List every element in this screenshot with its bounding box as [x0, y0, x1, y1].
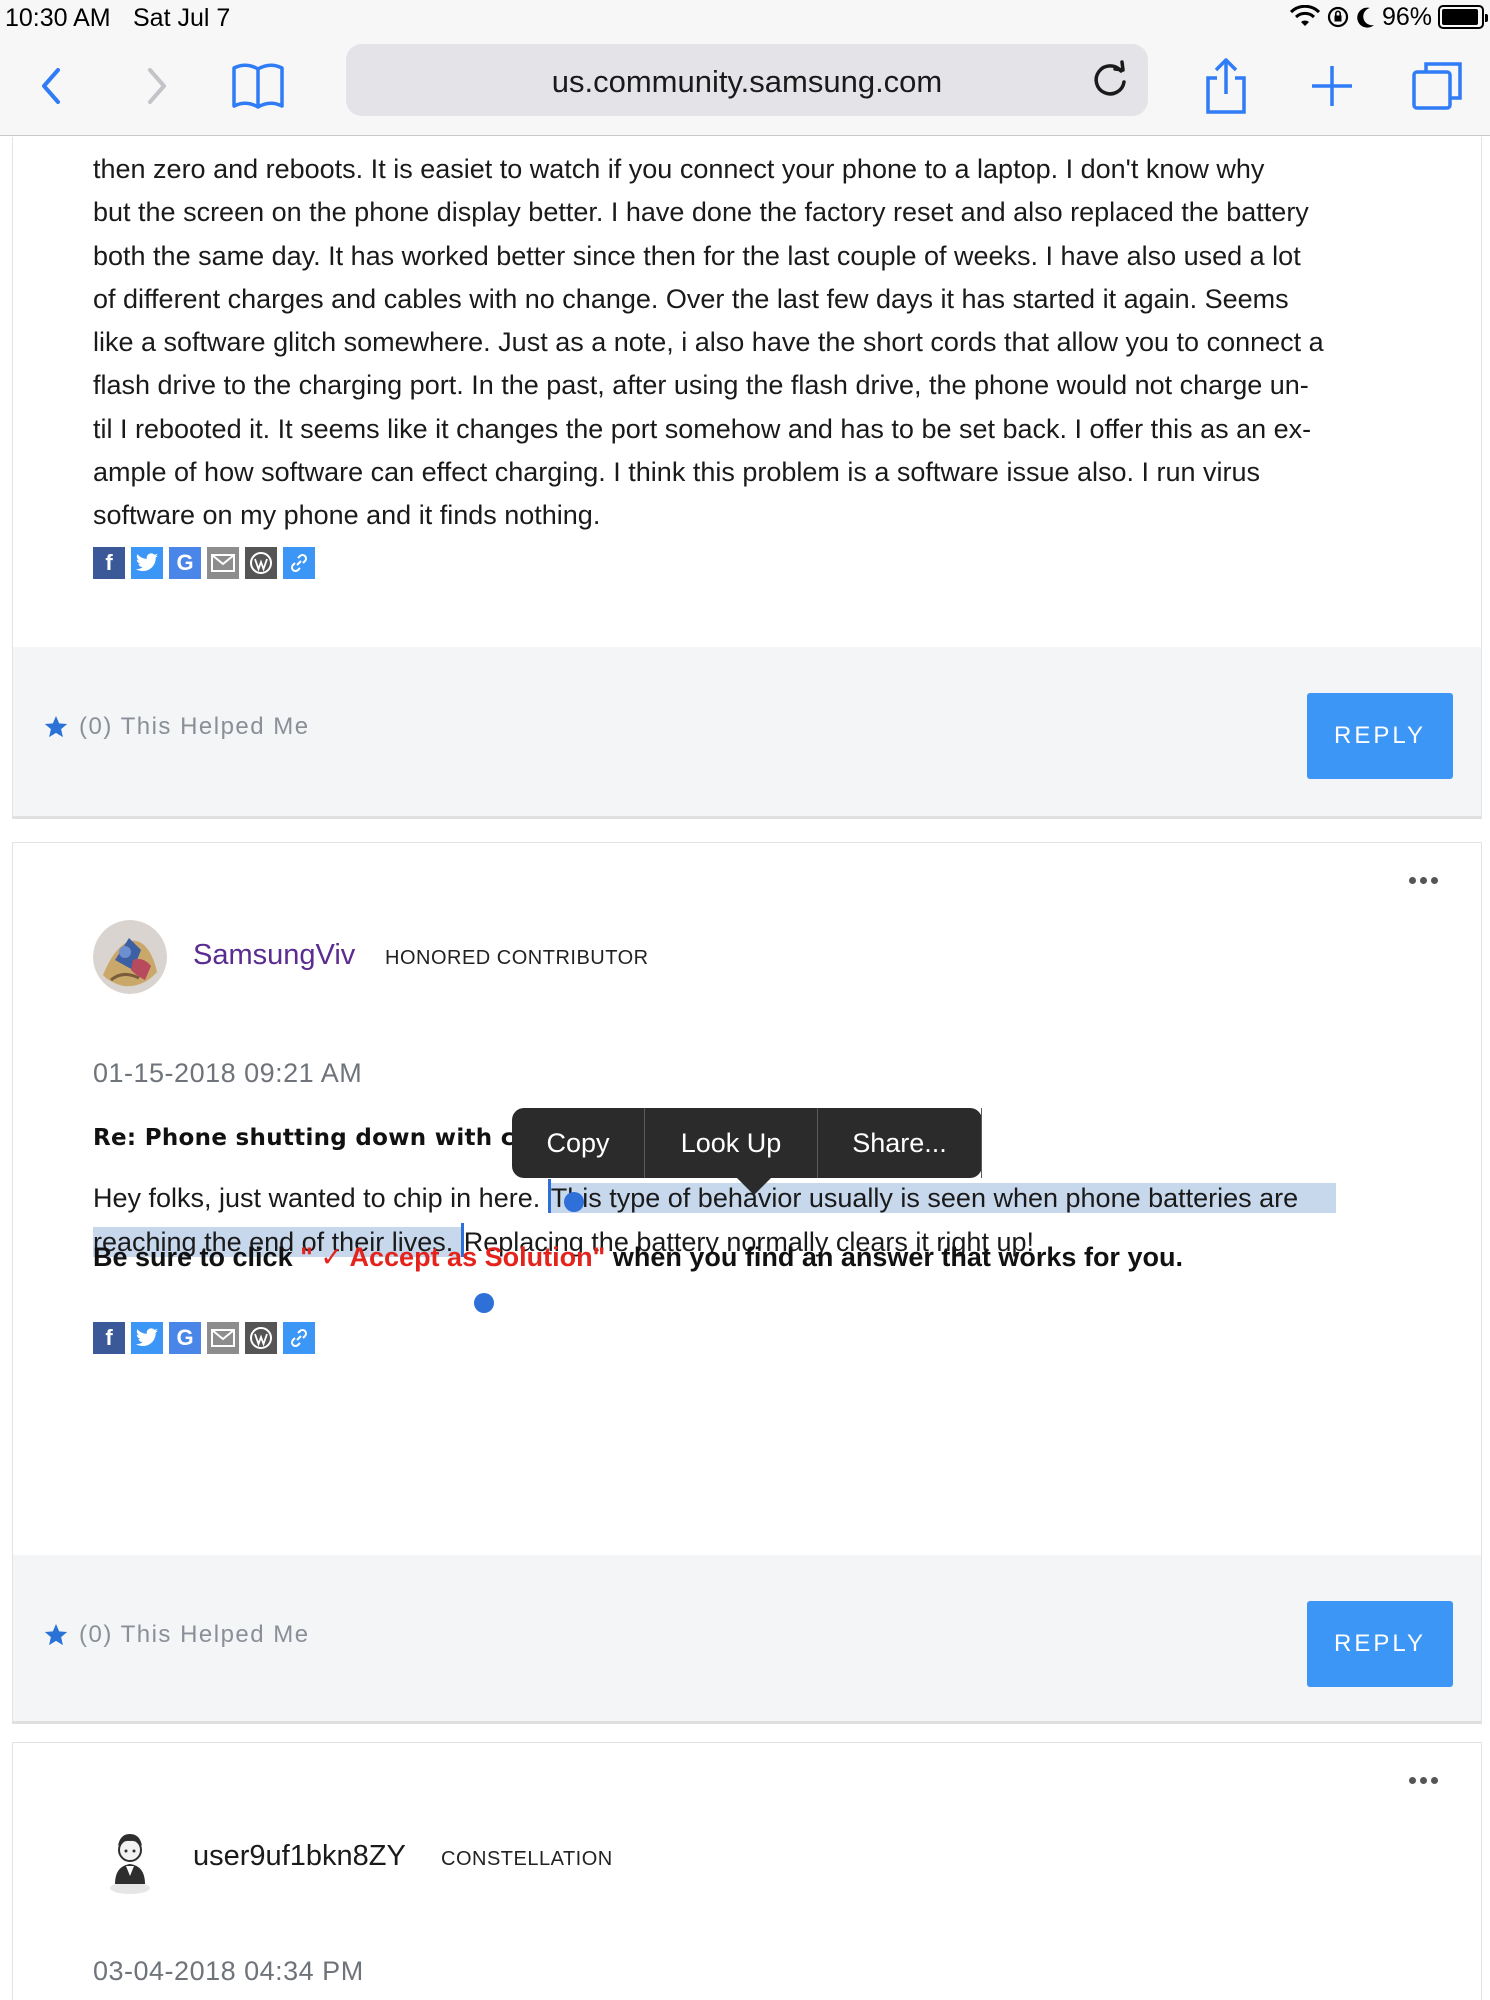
status-bar: 10:30 AM Sat Jul 7 96% — [0, 0, 1490, 36]
post-1-line: ample of how software can effect chargin… — [93, 457, 1261, 488]
status-date: Sat Jul 7 — [133, 4, 231, 32]
battery-icon — [1438, 5, 1488, 29]
star-icon — [44, 1623, 68, 1646]
post-date: 03-04-2018 04:34 PM — [93, 1956, 364, 1986]
wifi-icon — [1289, 5, 1320, 26]
post-1-line: of different charges and cables with no … — [93, 283, 1289, 314]
accept-solution-note: Be sure to click " ✓ Accept as Solution"… — [93, 1242, 1183, 1273]
email-icon[interactable] — [207, 547, 239, 579]
helped-label: (0) This Helped Me — [79, 713, 310, 740]
look-up-menu-item[interactable]: Look Up — [645, 1108, 818, 1178]
status-indicators: 96% — [1289, 2, 1488, 32]
back-icon[interactable] — [20, 54, 84, 118]
author-name[interactable]: SamsungViv — [193, 939, 355, 972]
post-1-body: then zero and reboots. It is easiet to w… — [93, 148, 1423, 538]
post-card-1: then zero and reboots. It is easiet to w… — [12, 137, 1482, 819]
body-text: Hey folks, just wanted to chip in here. — [93, 1183, 548, 1213]
post-1-line: like a software glitch somewhere. Just a… — [93, 327, 1324, 358]
link-icon[interactable] — [283, 547, 315, 579]
email-icon[interactable] — [207, 1322, 239, 1354]
tabs-icon[interactable] — [1406, 54, 1470, 118]
address-bar[interactable]: us.community.samsung.com — [346, 44, 1148, 116]
author-name[interactable]: user9uf1bkn8ZY — [193, 1840, 406, 1873]
cta-text: when you find an answer that works for y… — [605, 1242, 1183, 1272]
new-tab-icon[interactable] — [1300, 54, 1364, 118]
helped-button[interactable]: (0) This Helped Me — [43, 713, 310, 741]
share-row-2: f G — [93, 1322, 315, 1354]
reply-button[interactable]: REPLY — [1307, 1601, 1453, 1687]
battery-percent: 96% — [1381, 2, 1432, 31]
google-icon[interactable]: G — [169, 547, 201, 579]
author-rank: HONORED CONTRIBUTOR — [385, 947, 649, 969]
status-time: 10:30 AM — [5, 4, 111, 32]
avatar[interactable] — [93, 1820, 167, 1894]
post-1-line: then zero and reboots. It is easiet to w… — [93, 154, 1265, 184]
selection-end-handle[interactable] — [474, 1293, 494, 1313]
reload-icon[interactable] — [1084, 54, 1136, 106]
browser-toolbar: us.community.samsung.com — [0, 36, 1490, 136]
star-icon — [44, 715, 68, 738]
post-1-line: til I rebooted it. It seems like it chan… — [93, 413, 1312, 444]
forward-icon[interactable] — [124, 54, 188, 118]
selected-text: This type of behavior usually is seen wh… — [550, 1183, 1337, 1213]
avatar[interactable] — [93, 920, 167, 994]
helped-label: (0) This Helped Me — [79, 1621, 310, 1648]
post-date: 01-15-2018 09:21 AM — [93, 1058, 363, 1088]
twitter-icon[interactable] — [131, 547, 163, 579]
facebook-icon[interactable]: f — [93, 547, 125, 579]
wordpress-icon[interactable] — [245, 547, 277, 579]
author-rank: CONSTELLATION — [441, 1848, 613, 1870]
page-content: then zero and reboots. It is easiet to w… — [0, 137, 1490, 2000]
post-2-footer: (0) This Helped Me REPLY — [13, 1555, 1481, 1721]
copy-menu-item[interactable]: Copy — [512, 1108, 645, 1178]
google-icon[interactable]: G — [169, 1322, 201, 1354]
post-card-3: user9uf1bkn8ZY CONSTELLATION 03-04-2018 … — [12, 1742, 1482, 2000]
link-icon[interactable] — [283, 1322, 315, 1354]
facebook-icon[interactable]: f — [93, 1322, 125, 1354]
accept-solution-label: " ✓ Accept as Solution" — [300, 1242, 606, 1272]
more-options-icon[interactable] — [1409, 1777, 1439, 1787]
edit-menu-pointer — [737, 1178, 771, 1195]
post-1-footer: (0) This Helped Me REPLY — [13, 647, 1481, 816]
cta-text: Be sure to click — [93, 1242, 301, 1272]
post-card-2: SamsungViv HONORED CONTRIBUTOR 01-15-201… — [12, 842, 1482, 1724]
helped-button[interactable]: (0) This Helped Me — [43, 1621, 310, 1649]
url-text: us.community.samsung.com — [551, 64, 943, 99]
share-menu-item[interactable]: Share... — [818, 1108, 982, 1178]
edit-menu: Copy Look Up Share... — [512, 1108, 982, 1195]
post-1-line: software on my phone and it finds nothin… — [93, 500, 601, 531]
bookmarks-icon[interactable] — [226, 54, 290, 118]
share-row-1: f G — [93, 547, 315, 579]
reply-button[interactable]: REPLY — [1307, 693, 1453, 779]
wordpress-icon[interactable] — [245, 1322, 277, 1354]
post-1-line: both the same day. It has worked better … — [93, 240, 1301, 271]
post-1-line: but the screen on the phone display bett… — [93, 197, 1309, 228]
orientation-lock-icon — [1327, 6, 1349, 28]
more-options-icon[interactable] — [1409, 877, 1439, 887]
post-1-line: flash drive to the charging port. In the… — [93, 370, 1309, 401]
twitter-icon[interactable] — [131, 1322, 163, 1354]
share-icon[interactable] — [1194, 54, 1258, 118]
post-subject: Re: Phone shutting down with charg — [93, 1125, 576, 1151]
selection-start-handle[interactable] — [564, 1192, 584, 1212]
moon-icon — [1357, 7, 1374, 28]
